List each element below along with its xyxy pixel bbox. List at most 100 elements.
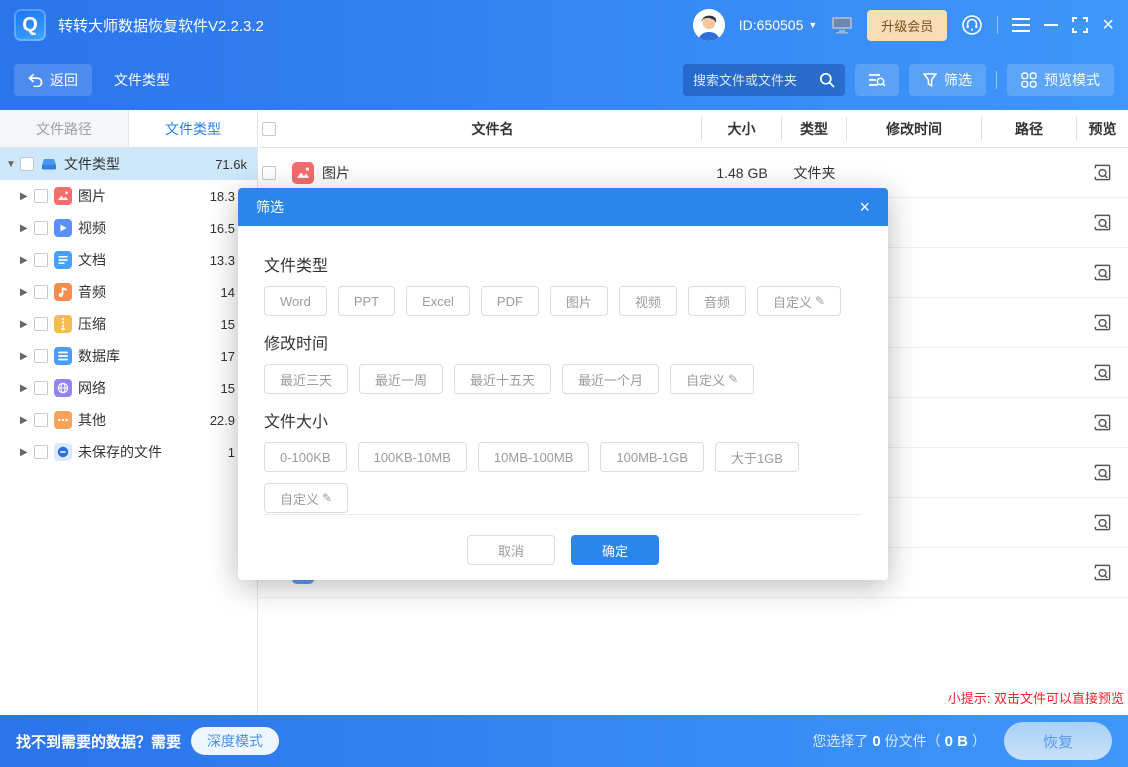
sidebar-item-audio[interactable]: ▶ 音频 14: [0, 276, 257, 308]
bottom-bar: 找不到需要的数据？需要 深度模式 您选择了 0 份文件（ 0 B ） 恢复: [0, 715, 1128, 767]
expand-icon[interactable]: ▶: [20, 383, 34, 394]
chip-custom-size[interactable]: 自定义: [264, 483, 348, 513]
filter-dialog-header: 筛选 ×: [238, 188, 888, 226]
chip-last-week[interactable]: 最近一周: [359, 364, 443, 394]
menu-button[interactable]: [1012, 18, 1030, 32]
chip-last-15-days[interactable]: 最近十五天: [454, 364, 551, 394]
column-path[interactable]: 路径: [982, 117, 1077, 141]
checkbox[interactable]: [34, 413, 48, 427]
chip-custom-type[interactable]: 自定义: [757, 286, 841, 316]
sidebar-item-videos[interactable]: ▶ 视频 16.5: [0, 212, 257, 244]
preview-mode-button[interactable]: 预览模式: [1007, 64, 1114, 96]
search-input[interactable]: [693, 73, 819, 88]
chip-ppt[interactable]: PPT: [338, 286, 395, 316]
dialog-close-button[interactable]: ×: [859, 197, 870, 218]
filter-button[interactable]: 筛选: [909, 64, 986, 96]
user-id: ID:650505: [739, 17, 804, 33]
collapse-icon[interactable]: ▼: [6, 159, 20, 170]
back-button[interactable]: 返回: [14, 64, 92, 96]
other-files-icon: [54, 411, 72, 429]
chip-pdf[interactable]: PDF: [481, 286, 539, 316]
preview-button[interactable]: [1093, 563, 1112, 582]
chip-100kb-10mb[interactable]: 100KB-10MB: [358, 442, 467, 472]
chip-custom-mtime[interactable]: 自定义: [670, 364, 754, 394]
file-name: 图片: [322, 163, 350, 183]
user-id-dropdown[interactable]: ID:650505 ▼: [739, 17, 818, 33]
grid-icon: [1021, 72, 1037, 88]
list-search-button[interactable]: [855, 64, 899, 96]
video-icon: [54, 219, 72, 237]
expand-icon[interactable]: ▶: [20, 223, 34, 234]
preview-button[interactable]: [1093, 313, 1112, 332]
cancel-button[interactable]: 取消: [467, 535, 555, 565]
preview-button[interactable]: [1093, 363, 1112, 382]
expand-icon[interactable]: ▶: [20, 351, 34, 362]
selection-summary: 您选择了 0 份文件（ 0 B ）: [812, 731, 986, 751]
expand-icon[interactable]: ▶: [20, 319, 34, 330]
chip-last-3-days[interactable]: 最近三天: [264, 364, 348, 394]
chip-100mb-1gb[interactable]: 100MB-1GB: [600, 442, 704, 472]
sidebar-item-network[interactable]: ▶ 网络 15: [0, 372, 257, 404]
chip-word[interactable]: Word: [264, 286, 327, 316]
preview-button[interactable]: [1093, 163, 1112, 182]
chip-excel[interactable]: Excel: [406, 286, 470, 316]
chip-over-1gb[interactable]: 大于1GB: [715, 442, 799, 472]
checkbox[interactable]: [34, 285, 48, 299]
sidebar-item-unsaved[interactable]: ▶ 未保存的文件 1: [0, 436, 257, 468]
search-box: [683, 64, 845, 96]
checkbox[interactable]: [34, 317, 48, 331]
checkbox[interactable]: [20, 157, 34, 171]
expand-icon[interactable]: ▶: [20, 287, 34, 298]
column-type[interactable]: 类型: [782, 117, 847, 141]
row-checkbox[interactable]: [262, 166, 276, 180]
globe-icon: [54, 379, 72, 397]
preview-icon: [1093, 313, 1112, 332]
preview-button[interactable]: [1093, 513, 1112, 532]
customer-service-button[interactable]: [961, 14, 983, 36]
sidebar-item-images[interactable]: ▶ 图片 18.3: [0, 180, 257, 212]
chip-0-100kb[interactable]: 0-100KB: [264, 442, 347, 472]
avatar[interactable]: [693, 9, 725, 41]
sidebar-item-archives[interactable]: ▶ 压缩 15: [0, 308, 257, 340]
select-all-checkbox[interactable]: [262, 122, 276, 136]
deep-mode-button[interactable]: 深度模式: [191, 727, 279, 755]
item-count: 15: [221, 317, 235, 332]
monitor-icon[interactable]: [831, 16, 853, 34]
checkbox[interactable]: [34, 221, 48, 235]
preview-button[interactable]: [1093, 413, 1112, 432]
close-button[interactable]: ×: [1102, 14, 1114, 37]
checkbox[interactable]: [34, 189, 48, 203]
checkbox[interactable]: [34, 349, 48, 363]
upgrade-member-button[interactable]: 升级会员: [867, 10, 947, 41]
column-size[interactable]: 大小: [702, 117, 782, 141]
minimize-button[interactable]: [1044, 18, 1058, 32]
checkbox[interactable]: [34, 253, 48, 267]
maximize-button[interactable]: [1072, 17, 1088, 33]
chip-image[interactable]: 图片: [550, 286, 608, 316]
sidebar-item-documents[interactable]: ▶ 文档 13.3: [0, 244, 257, 276]
checkbox[interactable]: [34, 381, 48, 395]
expand-icon[interactable]: ▶: [20, 191, 34, 202]
column-name[interactable]: 文件名: [284, 117, 702, 141]
preview-button[interactable]: [1093, 463, 1112, 482]
search-icon[interactable]: [819, 72, 835, 88]
sidebar-item-other[interactable]: ▶ 其他 22.9: [0, 404, 257, 436]
expand-icon[interactable]: ▶: [20, 255, 34, 266]
sidebar-item-databases[interactable]: ▶ 数据库 17: [0, 340, 257, 372]
column-preview[interactable]: 预览: [1077, 117, 1128, 141]
expand-icon[interactable]: ▶: [20, 447, 34, 458]
recover-button[interactable]: 恢复: [1004, 722, 1112, 760]
checkbox[interactable]: [34, 445, 48, 459]
preview-button[interactable]: [1093, 213, 1112, 232]
confirm-button[interactable]: 确定: [571, 535, 659, 565]
chip-last-month[interactable]: 最近一个月: [562, 364, 659, 394]
column-mtime[interactable]: 修改时间: [847, 117, 982, 141]
chip-video[interactable]: 视频: [619, 286, 677, 316]
tab-file-type[interactable]: 文件类型: [129, 110, 257, 147]
expand-icon[interactable]: ▶: [20, 415, 34, 426]
tree-root-file-type[interactable]: ▼ 文件类型 71.6k: [0, 148, 257, 180]
chip-10mb-100mb[interactable]: 10MB-100MB: [478, 442, 589, 472]
chip-audio[interactable]: 音频: [688, 286, 746, 316]
tab-file-path[interactable]: 文件路径: [0, 110, 129, 147]
preview-button[interactable]: [1093, 263, 1112, 282]
